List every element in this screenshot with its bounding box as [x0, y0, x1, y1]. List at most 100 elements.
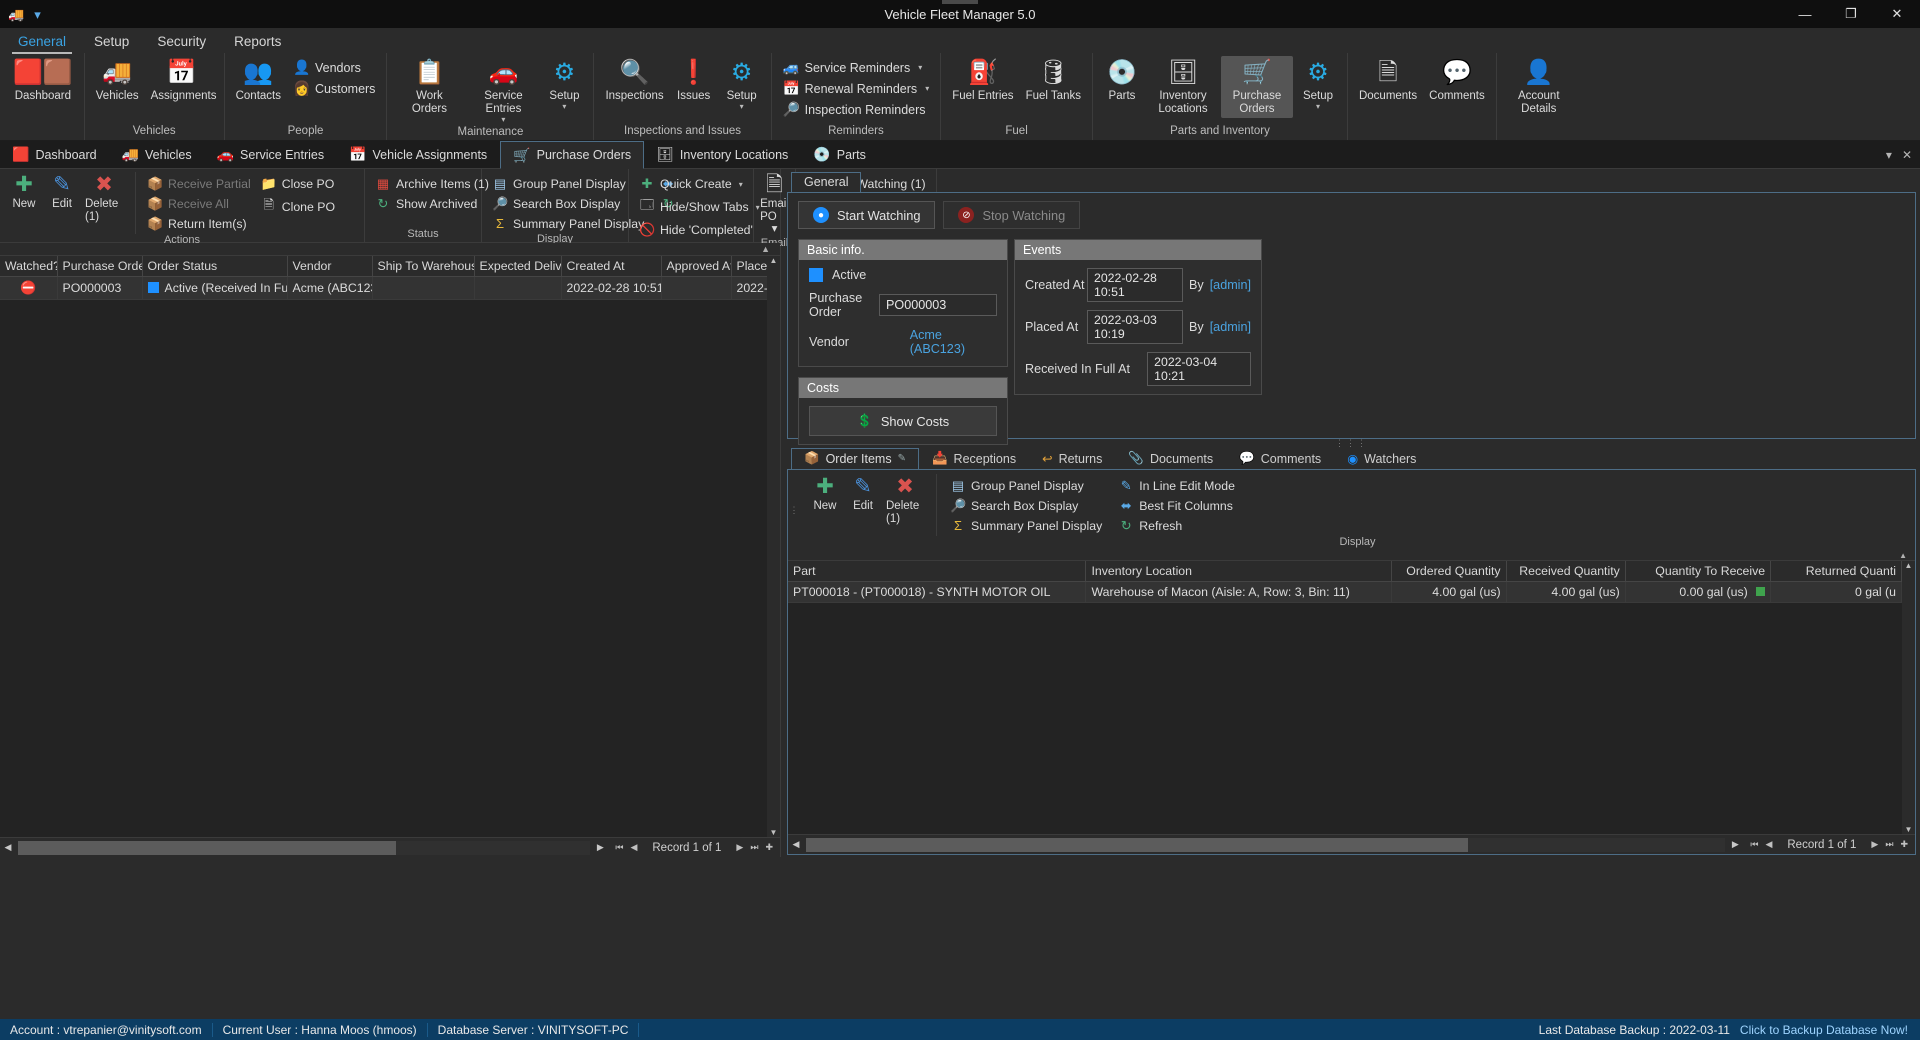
po-grid-horizontal-scrollbar[interactable]	[18, 840, 591, 855]
ribbon-button-issues[interactable]: ❗ Issues	[671, 56, 717, 105]
vertical-splitter[interactable]: ⋮	[788, 470, 800, 550]
edit-button[interactable]: ✎ Edit	[43, 172, 81, 212]
ribbon-button-purchase-orders[interactable]: 🛒 Purchase Orders	[1220, 56, 1293, 118]
tab-purchase-orders[interactable]: 🛒 Purchase Orders	[500, 141, 645, 169]
next-record-button[interactable]: ▶	[733, 842, 746, 853]
table-row[interactable]: ⛔ PO000003 Active (Received In Full) Acm…	[0, 276, 767, 300]
grid-collapse-bar[interactable]: ▲	[0, 243, 780, 256]
tab-vehicles[interactable]: 🚚 Vehicles	[110, 141, 205, 168]
ribbon-tab-setup[interactable]: Setup	[80, 31, 143, 53]
cell-inventory-location[interactable]: Warehouse of Macon (Aisle: A, Row: 3, Bi…	[1085, 581, 1392, 603]
col-part[interactable]: Part	[788, 561, 1087, 582]
scroll-down-icon[interactable]: ▼	[1905, 825, 1913, 834]
tab-inventory-locations[interactable]: 🗄 Inventory Locations	[644, 141, 801, 168]
col-purchase-order[interactable]: Purchase Order	[57, 256, 143, 277]
cell-part[interactable]: PT000018 - (PT000018) - SYNTH MOTOR OIL	[788, 581, 1087, 603]
group-panel-display-button[interactable]: ▤ Group Panel Display	[487, 174, 649, 194]
col-created-at[interactable]: Created At	[561, 256, 662, 277]
col-expected-delivery[interactable]: Expected Delivery	[474, 256, 562, 277]
delete-button[interactable]: ✖ Delete (1)	[81, 172, 127, 224]
show-archived-button[interactable]: ↻ Show Archived	[370, 194, 494, 214]
chevron-down-icon[interactable]: ▾	[925, 84, 929, 93]
chevron-down-icon[interactable]: ▾	[562, 102, 566, 111]
hide-show-tabs-button[interactable]: 🗔 Hide/Show Tabs ▾	[634, 194, 765, 220]
col-placed-at[interactable]: Placed At	[731, 256, 767, 277]
col-inventory-location[interactable]: Inventory Location	[1085, 561, 1392, 582]
prev-record-button[interactable]: ◀	[627, 842, 640, 853]
oi-refresh-button[interactable]: ↻ Refresh	[1113, 516, 1240, 536]
order-items-collapse-bar[interactable]: ▲	[788, 550, 1915, 561]
ribbon-button-assignments[interactable]: 📅 Assignments	[146, 56, 218, 105]
tab-service-entries[interactable]: 🚗 Service Entries	[205, 141, 338, 168]
scroll-up-icon[interactable]: ▲	[1905, 561, 1913, 570]
tab-vehicle-assignments[interactable]: 📅 Vehicle Assignments	[337, 141, 500, 168]
ribbon-button-contacts[interactable]: 👥 Contacts	[231, 56, 286, 105]
po-grid-vertical-scrollbar[interactable]: ▲ ▼	[767, 256, 780, 837]
quick-create-button[interactable]: ✚ Quick Create ▾	[634, 174, 765, 194]
ribbon-button-fuel-entries[interactable]: ⛽ Fuel Entries	[947, 56, 1018, 105]
ribbon-button-fuel-tanks[interactable]: 🛢 Fuel Tanks	[1021, 56, 1086, 105]
cell-vendor[interactable]: Acme (ABC123)	[287, 276, 373, 300]
cell-watched[interactable]: ⛔	[0, 276, 58, 300]
search-box-display-button[interactable]: 🔎 Search Box Display	[487, 194, 649, 214]
new-button[interactable]: ✚ New	[5, 172, 43, 212]
ribbon-button-inspections[interactable]: 🔍 Inspections	[600, 56, 668, 105]
oi-best-fit-columns-button[interactable]: ⬌ Best Fit Columns	[1113, 496, 1240, 516]
ribbon-button-inspection-reminders[interactable]: 🔎 Inspection Reminders	[778, 99, 935, 120]
chevron-down-icon[interactable]: ▾	[918, 63, 922, 72]
ribbon-button-comments[interactable]: 💬 Comments	[1424, 56, 1490, 105]
oi-summary-panel-display-button[interactable]: Σ Summary Panel Display	[945, 516, 1107, 535]
bottom-tab-watchers[interactable]: ◉ Watchers	[1334, 448, 1430, 469]
ribbon-button-renewal-reminders[interactable]: 📅 Renewal Reminders ▾	[778, 78, 935, 99]
chevron-up-icon[interactable]: ▲	[1899, 551, 1907, 560]
close-po-button[interactable]: 📁 Close PO	[256, 174, 340, 194]
prev-record-button[interactable]: ◀	[1762, 839, 1775, 850]
order-item-edit-button[interactable]: ✎ Edit	[844, 474, 882, 536]
active-checkbox[interactable]	[809, 268, 823, 282]
receive-all-button[interactable]: 📦 Receive All	[142, 194, 256, 214]
ribbon-button-service-reminders[interactable]: 🚙 Service Reminders ▾	[778, 57, 935, 78]
scroll-down-icon[interactable]: ▼	[770, 828, 778, 837]
clone-po-button[interactable]: 🗎 Clone PO	[256, 194, 340, 220]
chevron-down-icon[interactable]: ▾	[740, 102, 744, 111]
add-record-button[interactable]: ✚	[1897, 839, 1911, 850]
order-item-delete-button[interactable]: ✖ Delete (1)	[882, 474, 928, 536]
hide-completed-button[interactable]: 🚫 Hide 'Completed'	[634, 220, 765, 240]
ribbon-button-documents[interactable]: 🗎 Documents	[1354, 56, 1422, 105]
backup-now-link[interactable]: Click to Backup Database Now!	[1740, 1023, 1920, 1037]
quick-access-toolbar[interactable]: 🚚 ▾	[0, 8, 41, 21]
col-ordered-quantity[interactable]: Ordered Quantity	[1391, 561, 1507, 582]
purchase-order-input[interactable]: PO000003	[879, 294, 997, 316]
horizontal-splitter[interactable]: ⋮⋮⋮	[787, 439, 1916, 448]
maximize-button[interactable]: ❐	[1828, 0, 1874, 28]
scroll-left-icon[interactable]: ◀	[0, 842, 16, 853]
bottom-tab-order-items[interactable]: 📦 Order Items ✎	[791, 448, 919, 469]
order-items-vertical-scrollbar[interactable]: ▲ ▼	[1902, 561, 1915, 834]
add-record-button[interactable]: ✚	[762, 842, 776, 853]
scroll-right-icon[interactable]: ▶	[1727, 839, 1743, 850]
ribbon-tab-general[interactable]: General	[4, 31, 80, 54]
oi-inline-edit-mode-button[interactable]: ✎ In Line Edit Mode	[1113, 476, 1240, 496]
ribbon-button-dashboard[interactable]: 🟥🟫 Dashboard	[8, 56, 78, 105]
ribbon-button-vendors[interactable]: 👤 Vendors	[288, 57, 380, 78]
bottom-tab-documents[interactable]: 📎 Documents	[1115, 448, 1227, 469]
ribbon-tab-security[interactable]: Security	[143, 31, 220, 53]
start-watching-button[interactable]: ● Start Watching	[798, 201, 936, 229]
col-watched[interactable]: Watched?	[0, 256, 58, 277]
col-quantity-to-receive[interactable]: Quantity To Receive	[1625, 561, 1772, 582]
tab-close-icon[interactable]: ✕	[1902, 148, 1912, 162]
first-record-button[interactable]: ⏮	[612, 842, 626, 853]
table-row[interactable]: PT000018 - (PT000018) - SYNTH MOTOR OIL …	[788, 581, 1902, 603]
last-record-button[interactable]: ⏭	[1882, 839, 1896, 850]
chevron-down-icon[interactable]: ▾	[739, 180, 743, 189]
next-record-button[interactable]: ▶	[1868, 839, 1881, 850]
scrollbar-thumb[interactable]	[806, 837, 1468, 852]
scroll-up-icon[interactable]: ▲	[770, 256, 778, 265]
summary-panel-display-button[interactable]: Σ Summary Panel Display	[487, 214, 649, 233]
col-order-status[interactable]: Order Status	[142, 256, 288, 277]
ribbon-button-service-entries[interactable]: 🚗 Service Entries ▾	[467, 56, 539, 126]
tab-collapse-icon[interactable]: ▾	[1886, 148, 1892, 162]
col-vendor[interactable]: Vendor	[287, 256, 373, 277]
oi-group-panel-display-button[interactable]: ▤ Group Panel Display	[945, 476, 1107, 496]
receive-partial-button[interactable]: 📦 Receive Partial	[142, 174, 256, 194]
